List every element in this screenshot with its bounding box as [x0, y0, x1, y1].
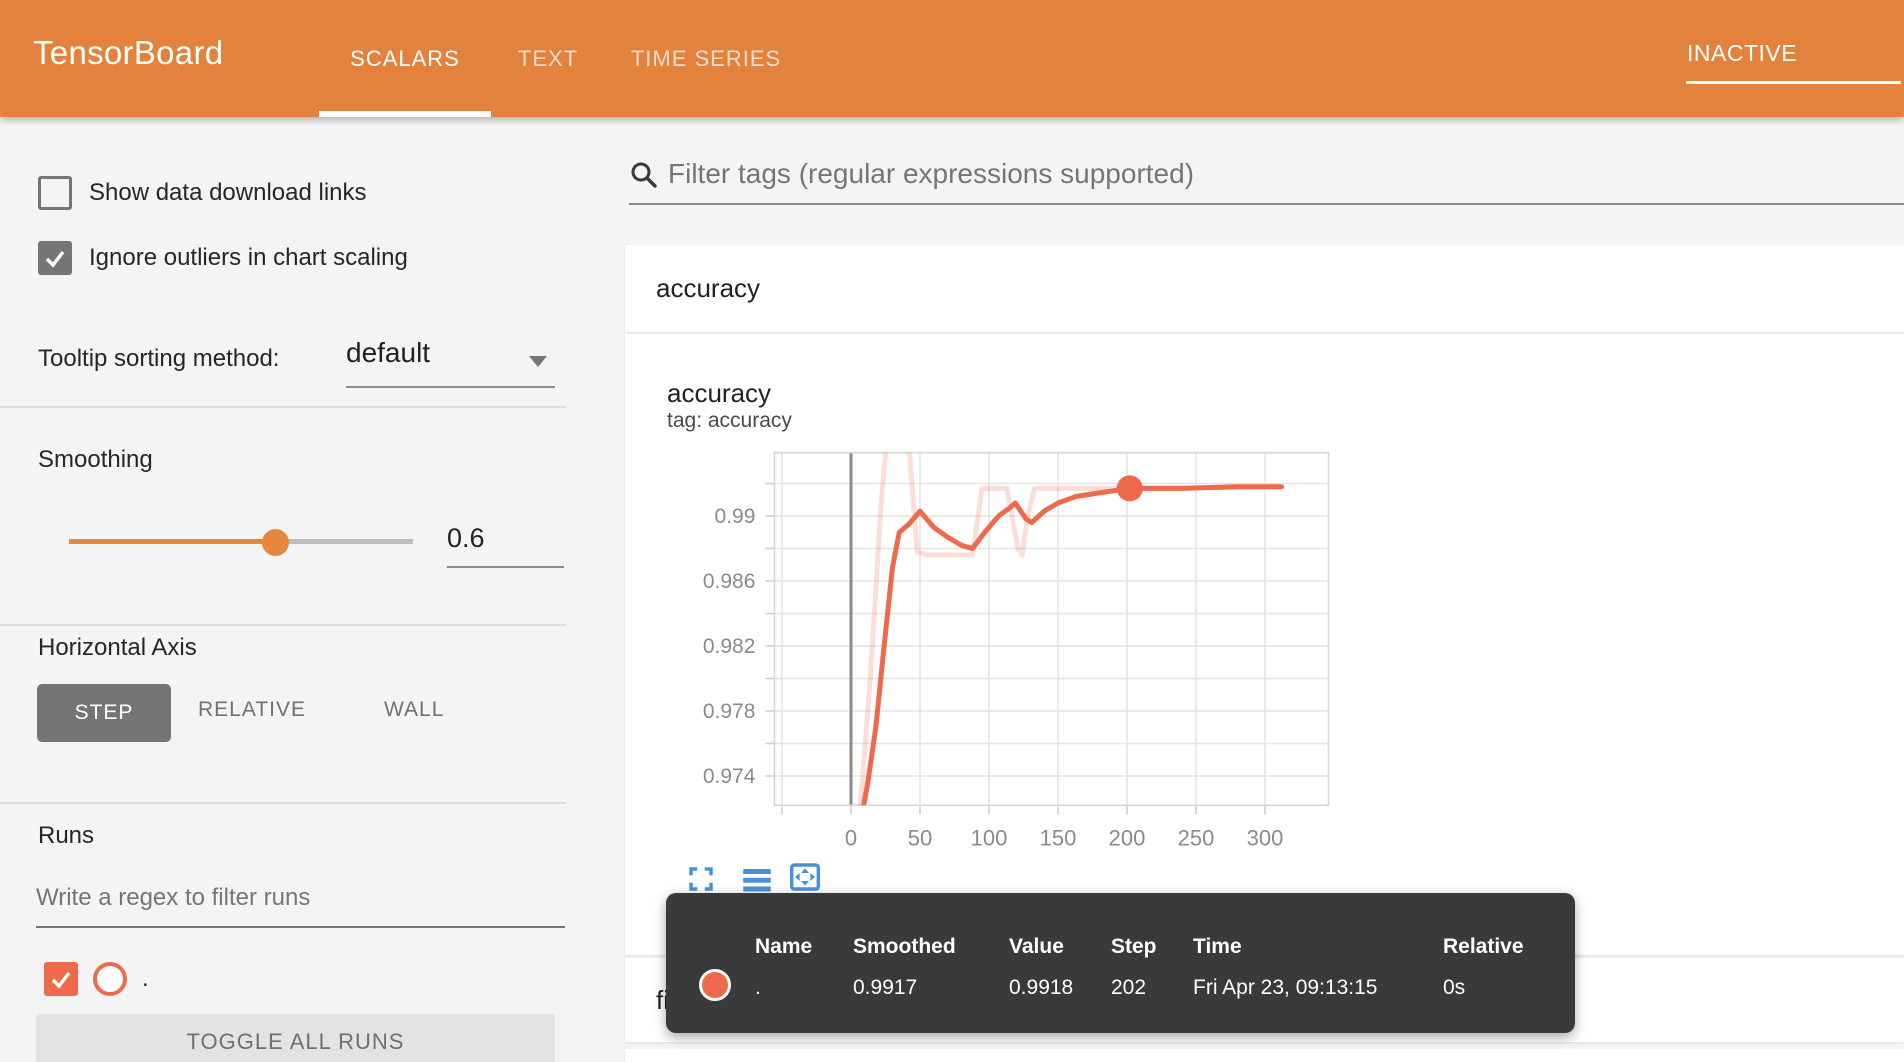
active-tab-indicator	[319, 111, 491, 117]
svg-text:0.974: 0.974	[703, 765, 756, 788]
smoothing-value-input[interactable]: 0.6	[447, 523, 485, 554]
sidebar-divider	[0, 802, 566, 804]
tab-text[interactable]: TEXT	[500, 0, 596, 117]
smoothing-label: Smoothing	[38, 446, 153, 474]
smoothing-slider[interactable]	[69, 529, 413, 555]
chart-hover-tooltip: Name Smoothed Value Step Time Relative .…	[666, 893, 1575, 1033]
tooltip-header-step: Step	[1111, 935, 1157, 959]
reload-status-select[interactable]: INACTIVE	[1686, 0, 1901, 117]
tooltip-value-smoothed: 0.9917	[853, 976, 917, 1000]
show-download-links-row: Show data download links	[38, 176, 367, 210]
sidebar-divider	[0, 624, 566, 626]
tooltip-header-relative: Relative	[1443, 935, 1524, 959]
svg-text:50: 50	[908, 825, 932, 850]
svg-text:0: 0	[845, 825, 857, 850]
tooltip-value-time: Fri Apr 23, 09:13:15	[1193, 976, 1377, 1000]
tooltip-sorting-label: Tooltip sorting method:	[38, 345, 279, 373]
show-download-links-checkbox[interactable]	[38, 176, 72, 210]
axis-option-step-button[interactable]: STEP	[37, 684, 171, 742]
svg-text:200: 200	[1109, 825, 1146, 850]
horizontal-axis-label: Horizontal Axis	[38, 634, 197, 662]
filter-tags-input[interactable]	[668, 158, 1668, 190]
svg-text:0.978: 0.978	[703, 700, 756, 723]
ignore-outliers-label: Ignore outliers in chart scaling	[89, 244, 408, 272]
tooltip-header-value: Value	[1009, 935, 1064, 959]
chart-title: accuracy	[667, 378, 771, 409]
app-header: TensorBoard SCALARS TEXT TIME SERIES INA…	[0, 0, 1904, 117]
next-card-edge	[625, 1049, 1904, 1062]
tab-text-label: TEXT	[518, 46, 578, 72]
runs-section-label: Runs	[38, 822, 94, 850]
tag-group-title: accuracy	[656, 273, 760, 304]
check-icon	[43, 246, 67, 270]
svg-text:250: 250	[1178, 825, 1215, 850]
tooltip-sorting-value: default	[346, 337, 430, 369]
svg-text:100: 100	[971, 825, 1008, 850]
check-icon	[49, 967, 73, 991]
status-label: INACTIVE	[1687, 40, 1797, 67]
tooltip-value-relative: 0s	[1443, 976, 1465, 1000]
run-color-swatch	[699, 969, 731, 1001]
tooltip-header-time: Time	[1193, 935, 1242, 959]
tooltip-sorting-select[interactable]: default	[346, 331, 555, 388]
chart-tag-subtitle: tag: accuracy	[667, 409, 792, 433]
scalar-line-chart[interactable]: 0.974 0.978 0.982 0.986 0.99 0 50 100 150 200 250 3…	[700, 440, 1345, 852]
sidebar-divider	[0, 406, 566, 408]
search-icon	[629, 160, 659, 190]
expand-chart-icon[interactable]	[686, 864, 716, 894]
axis-option-wall-button[interactable]: WALL	[384, 698, 444, 722]
tooltip-header-name: Name	[755, 935, 812, 959]
status-underline	[1686, 81, 1901, 84]
svg-text:0.986: 0.986	[703, 570, 756, 593]
svg-text:0.99: 0.99	[715, 505, 756, 528]
tab-time-series[interactable]: TIME SERIES	[614, 0, 798, 117]
run-checkbox[interactable]	[44, 962, 78, 996]
svg-text:150: 150	[1040, 825, 1077, 850]
slider-fill	[69, 539, 275, 544]
ignore-outliers-checkbox[interactable]	[38, 241, 72, 275]
run-color-swatch	[93, 962, 127, 996]
tooltip-value-value: 0.9918	[1009, 976, 1073, 1000]
run-name: .	[142, 965, 149, 993]
tag-group-header-accuracy[interactable]: accuracy	[625, 245, 1904, 332]
runs-filter-input[interactable]	[36, 884, 556, 912]
svg-text:0.982: 0.982	[703, 635, 756, 658]
tensorboard-app: { "colors": { "header_orange": "#e2823d"…	[0, 0, 1904, 1062]
tooltip-value-name: .	[755, 976, 761, 1000]
fit-domain-icon[interactable]	[788, 861, 822, 893]
log-scale-icon[interactable]	[741, 864, 773, 894]
ignore-outliers-row: Ignore outliers in chart scaling	[38, 241, 408, 275]
smoothing-value-underline	[447, 566, 564, 568]
svg-text:300: 300	[1247, 825, 1284, 850]
tab-time-series-label: TIME SERIES	[631, 46, 781, 72]
tooltip-value-step: 202	[1111, 976, 1146, 1000]
app-title: TensorBoard	[33, 34, 223, 72]
tooltip-header-smoothed: Smoothed	[853, 935, 956, 959]
axis-option-relative-button[interactable]: RELATIVE	[198, 698, 306, 722]
toggle-all-runs-button[interactable]: TOGGLE ALL RUNS	[36, 1014, 555, 1062]
chevron-down-icon	[529, 356, 547, 367]
show-download-links-label: Show data download links	[89, 179, 367, 207]
tab-scalars-label: SCALARS	[350, 46, 460, 72]
runs-filter-underline	[36, 926, 565, 928]
tab-scalars[interactable]: SCALARS	[319, 0, 491, 117]
slider-thumb[interactable]	[262, 529, 289, 556]
run-list-item: .	[44, 960, 149, 998]
filter-tags-underline	[629, 203, 1904, 205]
